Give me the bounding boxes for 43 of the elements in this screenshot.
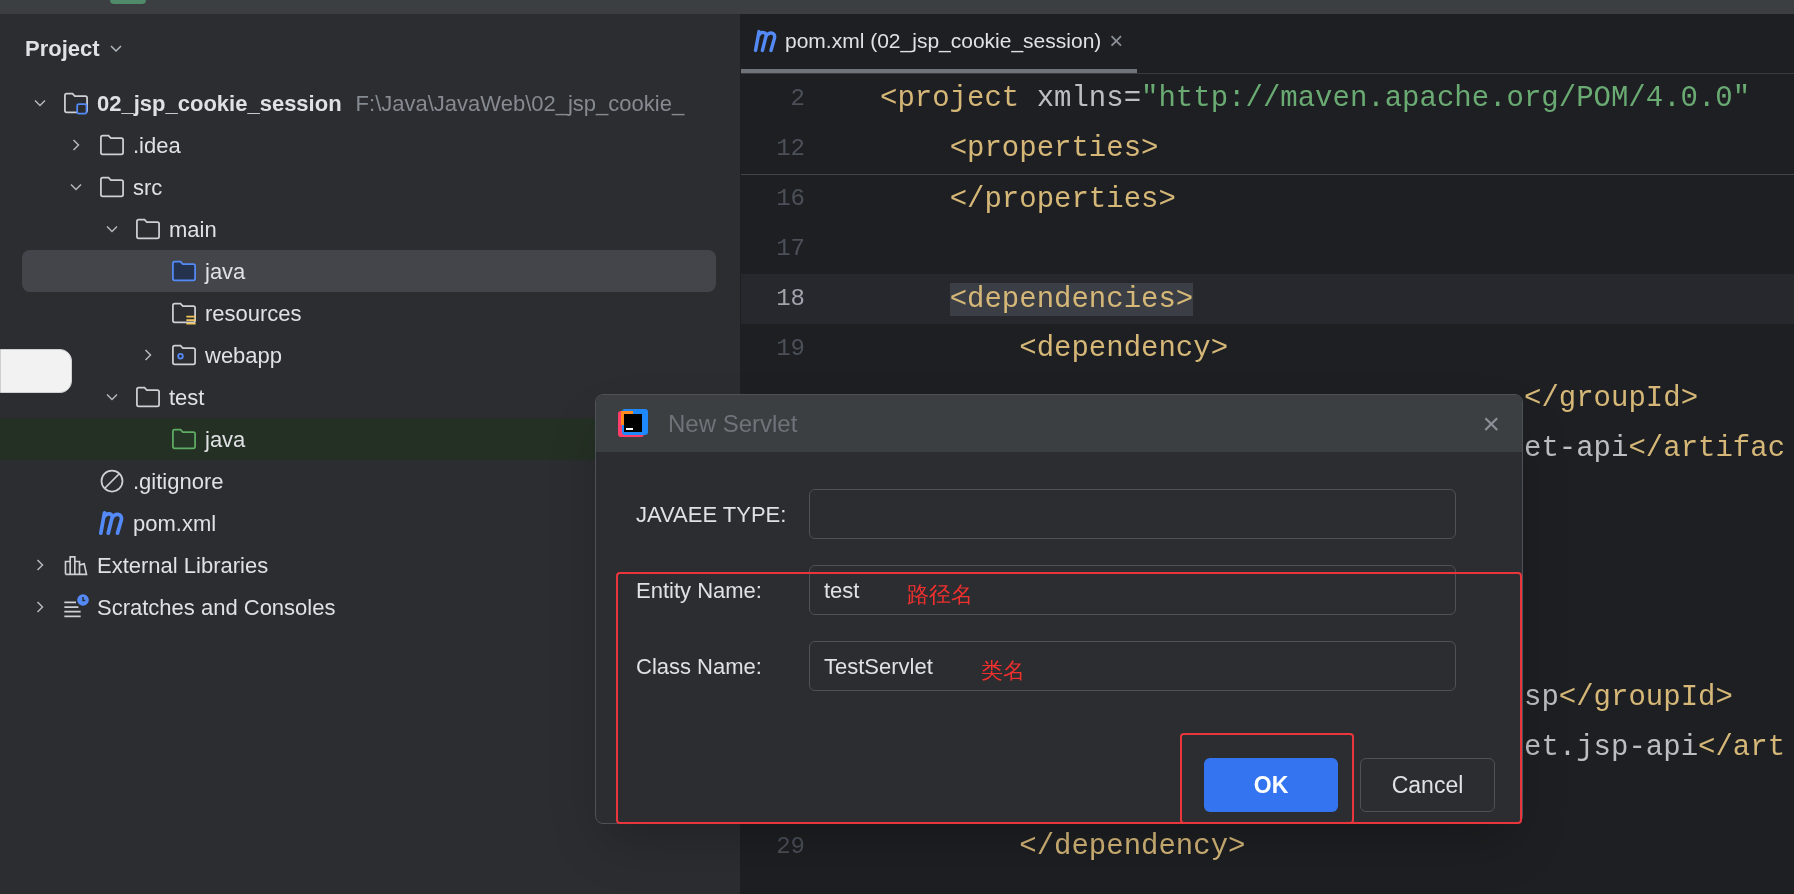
code-line: <project xmlns="http://maven.apache.org/POM/4.0.0" [880, 84, 1751, 114]
field-label: Entity Name: [636, 576, 763, 605]
popup-fragment [0, 349, 72, 393]
prohibited-icon [98, 467, 126, 495]
item-label[interactable]: pom.xml [133, 506, 217, 540]
field-label: JAVAEE TYPE: [636, 500, 788, 529]
code-line: </dependency> [1018, 832, 1246, 862]
input-field[interactable]: test 路径名 [809, 565, 1456, 615]
ok-button[interactable]: OK [1204, 758, 1338, 812]
item-label[interactable]: .idea [133, 128, 181, 162]
item-label[interactable]: Scratches and Consoles [97, 590, 336, 624]
item-label[interactable]: webapp [205, 338, 283, 372]
item-label: java [205, 257, 246, 286]
item-label[interactable]: resources [205, 296, 302, 330]
item-path: F:\Java\JavaWeb\02_jsp_cookie_ [355, 89, 685, 118]
code-line: sp</groupId> [1524, 682, 1733, 712]
tree-row-highlight[interactable]: java [22, 250, 716, 292]
maven-icon [98, 510, 124, 536]
annotation-note: 类名 [980, 656, 1025, 685]
item-label[interactable]: External Libraries [97, 548, 269, 582]
app-logo-icon [618, 408, 648, 439]
code-line: <dependency> [1018, 334, 1229, 364]
code-line: </properties> [948, 185, 1176, 214]
item-label[interactable]: 02_jsp_cookie_session [97, 86, 342, 120]
input-field[interactable]: TestServlet 类名 [809, 641, 1456, 691]
panel-title[interactable]: Project [25, 31, 100, 65]
code-line: </groupId> [1524, 384, 1699, 414]
toolbar-fragment [110, 0, 146, 4]
line-number: 18 [776, 285, 805, 313]
field-label: Class Name: [636, 652, 763, 681]
editor-tab[interactable]: pom.xml (02_jsp_cookie_session) × [741, 13, 1138, 73]
code-line: et-api</artifac [1524, 433, 1786, 463]
code-line: <properties> [948, 134, 1159, 164]
item-label[interactable]: test [169, 380, 205, 414]
annotation-note: 路径名 [907, 580, 974, 609]
maven-icon [753, 29, 777, 53]
code-line: et.jsp-api</art [1524, 732, 1786, 762]
item-label: java [205, 425, 246, 454]
cancel-button[interactable]: Cancel [1360, 758, 1495, 812]
item-label[interactable]: .gitignore [133, 464, 224, 498]
item-label[interactable]: main [169, 212, 217, 246]
item-label[interactable]: src [133, 170, 163, 204]
input-field[interactable] [809, 489, 1456, 539]
